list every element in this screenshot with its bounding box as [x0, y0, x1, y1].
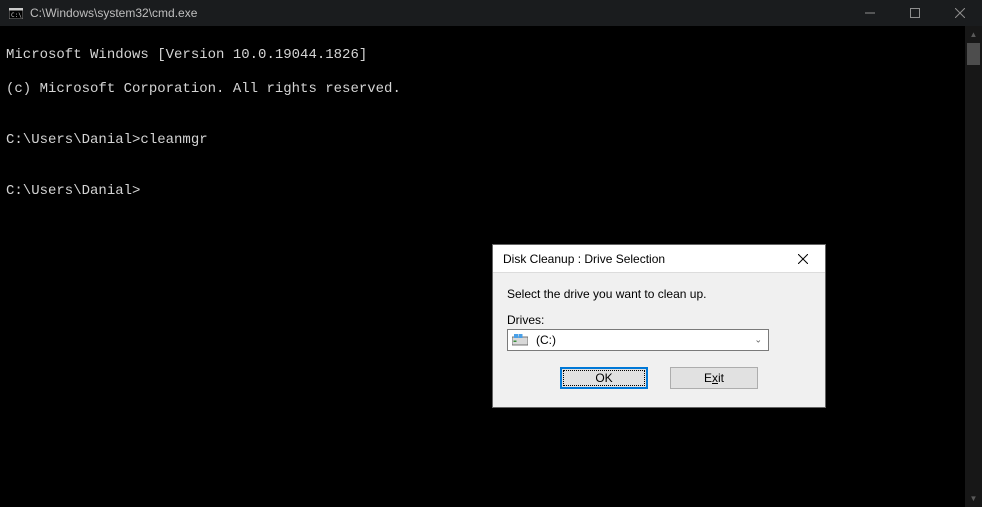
maximize-button[interactable]	[892, 0, 937, 26]
selected-drive-text: (C:)	[536, 333, 556, 347]
exit-button[interactable]: Exit	[670, 367, 758, 389]
ok-button-label: OK	[595, 371, 612, 385]
terminal-prompt: C:\Users\Danial>	[6, 183, 959, 200]
exit-button-label: Exit	[704, 371, 724, 385]
dialog-title: Disk Cleanup : Drive Selection	[503, 252, 783, 266]
drive-icon	[512, 333, 528, 347]
dialog-button-row: OK Exit	[507, 367, 811, 389]
ok-button[interactable]: OK	[560, 367, 648, 389]
dialog-titlebar: Disk Cleanup : Drive Selection	[493, 245, 825, 273]
dialog-instruction: Select the drive you want to clean up.	[507, 287, 811, 301]
drives-label: Drives:	[507, 313, 811, 327]
terminal-line: Microsoft Windows [Version 10.0.19044.18…	[6, 47, 959, 64]
dialog-close-button[interactable]	[783, 247, 823, 271]
terminal-line: (c) Microsoft Corporation. All rights re…	[6, 81, 959, 98]
terminal-line: C:\Users\Danial>cleanmgr	[6, 132, 959, 149]
chevron-down-icon: ⌄	[754, 335, 762, 346]
window-titlebar: C:\ C:\Windows\system32\cmd.exe	[0, 0, 982, 26]
dialog-body: Select the drive you want to clean up. D…	[493, 273, 825, 407]
scroll-down-arrow-icon[interactable]: ▼	[965, 490, 982, 507]
scroll-thumb[interactable]	[967, 43, 980, 65]
vertical-scrollbar[interactable]: ▲ ▼	[965, 26, 982, 507]
close-button[interactable]	[937, 0, 982, 26]
svg-text:C:\: C:\	[11, 12, 22, 19]
window-title: C:\Windows\system32\cmd.exe	[30, 6, 197, 20]
cmd-icon: C:\	[8, 7, 24, 19]
minimize-button[interactable]	[847, 0, 892, 26]
disk-cleanup-dialog: Disk Cleanup : Drive Selection Select th…	[492, 244, 826, 408]
scroll-up-arrow-icon[interactable]: ▲	[965, 26, 982, 43]
drive-select[interactable]: (C:) ⌄	[507, 329, 769, 351]
